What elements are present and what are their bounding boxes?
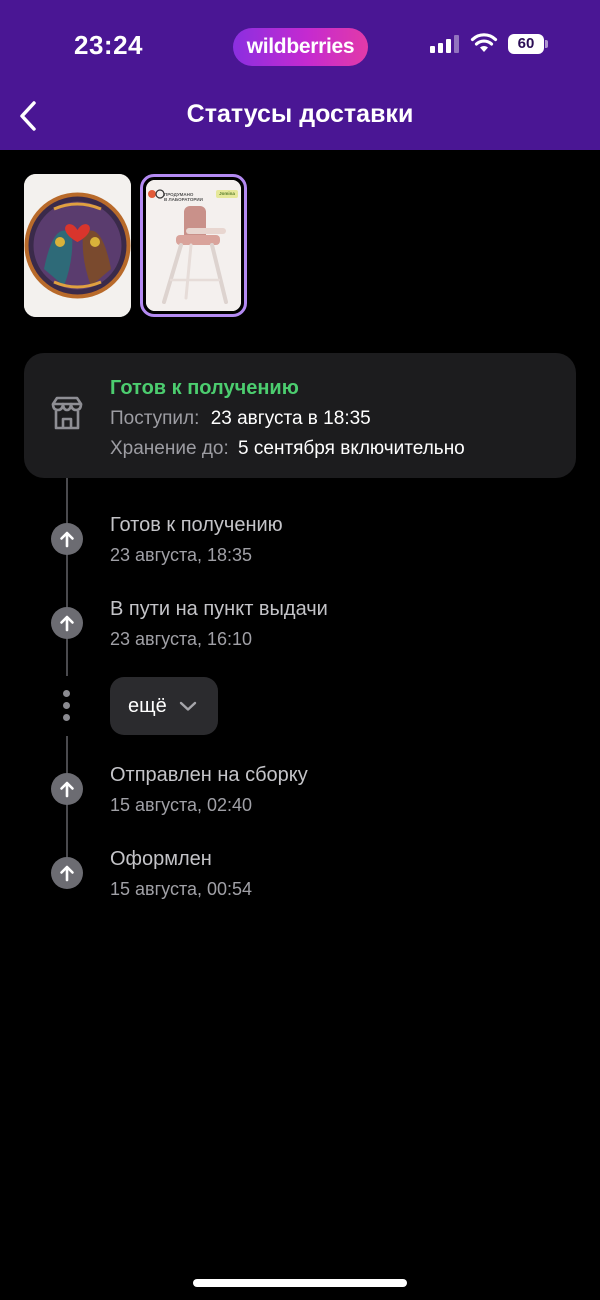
product-thumbnail-puzzle[interactable] <box>24 174 131 317</box>
signal-icon <box>430 35 459 53</box>
chair-brand-badge: Jomina <box>219 191 235 196</box>
arrow-up-icon <box>60 615 74 632</box>
timeline-dot <box>51 857 83 889</box>
timeline-dot <box>51 523 83 555</box>
status-time: 23:24 <box>74 30 143 60</box>
arrow-up-icon <box>60 531 74 548</box>
collapsed-dot <box>63 714 70 721</box>
timeline-event-date: 23 августа, 16:10 <box>110 629 253 649</box>
puzzle-image <box>24 174 131 317</box>
show-more-button[interactable]: ещё <box>110 677 218 735</box>
battery-icon: 60 <box>508 34 544 54</box>
brand-logo: wildberries <box>233 28 368 66</box>
chair-image-frame: ПРОДУМАНО В ЛАБОРАТОРИИ Jomina <box>146 180 241 311</box>
timeline-event-title: Оформлен <box>110 848 212 870</box>
timeline-dot <box>51 773 83 805</box>
arrived-value: 23 августа в 18:35 <box>210 408 371 429</box>
chevron-down-icon <box>179 701 196 711</box>
wifi-icon <box>470 33 498 52</box>
timeline-event-title: В пути на пункт выдачи <box>110 598 328 620</box>
header: 23:24 wildberries 60 Статусы доставки <box>0 0 600 150</box>
home-indicator[interactable] <box>193 1279 407 1287</box>
collapsed-dot <box>63 702 70 709</box>
screen: 23:24 wildberries 60 Статусы доставки ПР… <box>0 0 600 1300</box>
timeline-event-date: 15 августа, 00:54 <box>110 879 253 899</box>
arrived-label: Поступил: <box>110 408 200 429</box>
status-card: Готов к получению Поступил: 23 августа в… <box>24 353 576 478</box>
arrow-up-icon <box>60 865 74 882</box>
chair-label-line-2: В ЛАБОРАТОРИИ <box>164 197 203 202</box>
timeline-line-upper <box>66 478 68 676</box>
storage-label: Хранение до: <box>110 438 229 459</box>
card-status-text: Готов к получению <box>110 377 299 399</box>
storage-row: Хранение до: 5 сентября включительно <box>110 438 465 460</box>
collapsed-dot <box>63 690 70 697</box>
show-more-label: ещё <box>128 694 167 717</box>
timeline-event-title: Готов к получению <box>110 514 283 536</box>
product-thumbnail-chair[interactable]: ПРОДУМАНО В ЛАБОРАТОРИИ Jomina <box>140 174 247 317</box>
timeline-dot <box>51 607 83 639</box>
arrived-row: Поступил: 23 августа в 18:35 <box>110 408 371 430</box>
storage-value: 5 сентября включительно <box>238 438 465 459</box>
chair-label: ПРОДУМАНО В ЛАБОРАТОРИИ <box>164 192 203 202</box>
arrow-up-icon <box>60 781 74 798</box>
timeline-event-title: Отправлен на сборку <box>110 764 308 786</box>
timeline-event-date: 15 августа, 02:40 <box>110 795 253 815</box>
battery-tip <box>545 40 548 48</box>
store-icon <box>51 396 83 430</box>
page-title: Статусы доставки <box>186 100 414 128</box>
timeline-event-date: 23 августа, 18:35 <box>110 545 253 565</box>
